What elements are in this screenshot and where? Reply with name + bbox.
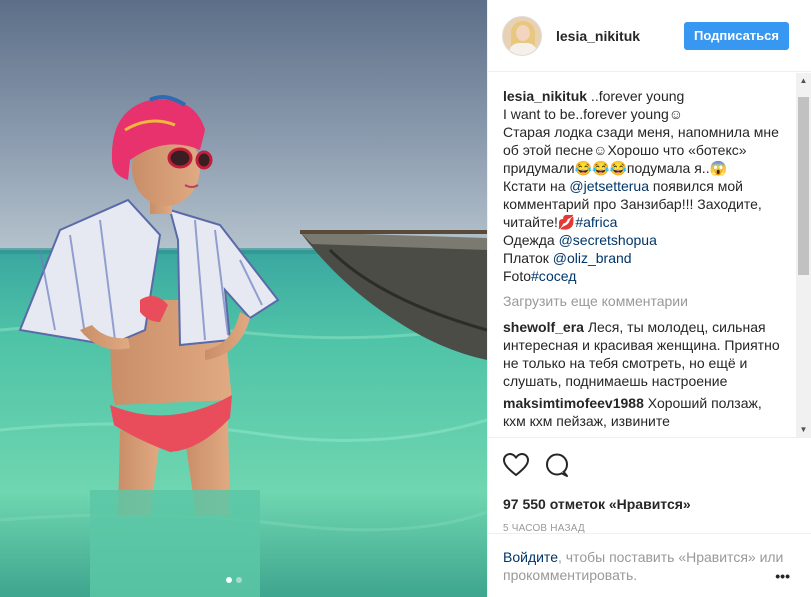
comment-username[interactable]: maksimtimofeev1988 bbox=[503, 395, 644, 411]
header-username[interactable]: lesia_nikituk bbox=[556, 28, 684, 44]
hashtag-africa[interactable]: #africa bbox=[575, 214, 617, 230]
ellipsis-icon[interactable]: ••• bbox=[775, 567, 790, 585]
scroll-down-icon[interactable]: ▼ bbox=[796, 422, 811, 437]
hashtag-sosed[interactable]: #сосед bbox=[531, 268, 576, 284]
caption-line: придумали😂😂😂подумала я..😱 bbox=[503, 160, 728, 176]
caption-line: I want to be..forever young☺ bbox=[503, 106, 684, 122]
caption-text: Кстати на bbox=[503, 178, 570, 194]
mention-jetsetterua[interactable]: @jetsetterua bbox=[569, 178, 649, 194]
caption-line: об этой песне☺Хорошо что «ботекс» bbox=[503, 142, 747, 158]
caption-text: Foto bbox=[503, 268, 532, 284]
avatar[interactable] bbox=[502, 15, 542, 56]
caption-line: Старая лодка сзади меня, напомнила мне bbox=[503, 124, 779, 140]
caption-line: комментарий про Занзибар!!! Заходите, bbox=[503, 196, 762, 212]
comments-area: lesia_nikituk ..forever young I want to … bbox=[488, 73, 811, 436]
carousel-dot-active bbox=[226, 577, 232, 583]
caption-text: появился мой bbox=[649, 178, 743, 194]
likes-count[interactable]: 97 550 отметок «Нравится» bbox=[503, 496, 797, 512]
heart-icon[interactable] bbox=[503, 453, 529, 477]
load-more-comments[interactable]: Загрузить еще комментарии bbox=[503, 293, 788, 309]
carousel-indicator bbox=[226, 577, 242, 583]
caption-text: Платок bbox=[503, 250, 553, 266]
comments-scrollbar[interactable]: ▲ ▼ bbox=[796, 73, 811, 437]
post-side-panel: lesia_nikituk Подписаться lesia_nikituk … bbox=[487, 0, 811, 597]
post-photo[interactable] bbox=[0, 0, 487, 597]
scrollbar-thumb[interactable] bbox=[798, 97, 809, 275]
post-header: lesia_nikituk Подписаться bbox=[488, 0, 811, 72]
comment-item: maksimtimofeev1988 Хороший ползаж, кхм к… bbox=[503, 394, 788, 430]
post-actions: 97 550 отметок «Нравится» 5 часов назад bbox=[488, 437, 811, 534]
login-prompt: Войдите, чтобы поставить «Нравится» или … bbox=[488, 533, 811, 584]
caption-text: Одежда bbox=[503, 232, 559, 248]
caption: lesia_nikituk ..forever young I want to … bbox=[503, 87, 788, 285]
login-link[interactable]: Войдите bbox=[503, 549, 558, 565]
comment-item: shewolf_era Леся, ты молодец, сильная ин… bbox=[503, 318, 788, 390]
mention-oliz-brand[interactable]: @oliz_brand bbox=[553, 250, 632, 266]
caption-title: ..forever young bbox=[587, 88, 685, 104]
carousel-dot bbox=[236, 577, 242, 583]
follow-button[interactable]: Подписаться bbox=[683, 21, 789, 50]
comment-icon[interactable] bbox=[545, 453, 569, 477]
beach-photo bbox=[0, 0, 487, 597]
scroll-up-icon[interactable]: ▲ bbox=[796, 73, 811, 88]
comment-username[interactable]: shewolf_era bbox=[503, 319, 584, 335]
caption-line: читайте!💋 bbox=[503, 214, 576, 230]
mention-secretshopua[interactable]: @secretshopua bbox=[559, 232, 657, 248]
caption-username[interactable]: lesia_nikituk bbox=[503, 88, 587, 104]
